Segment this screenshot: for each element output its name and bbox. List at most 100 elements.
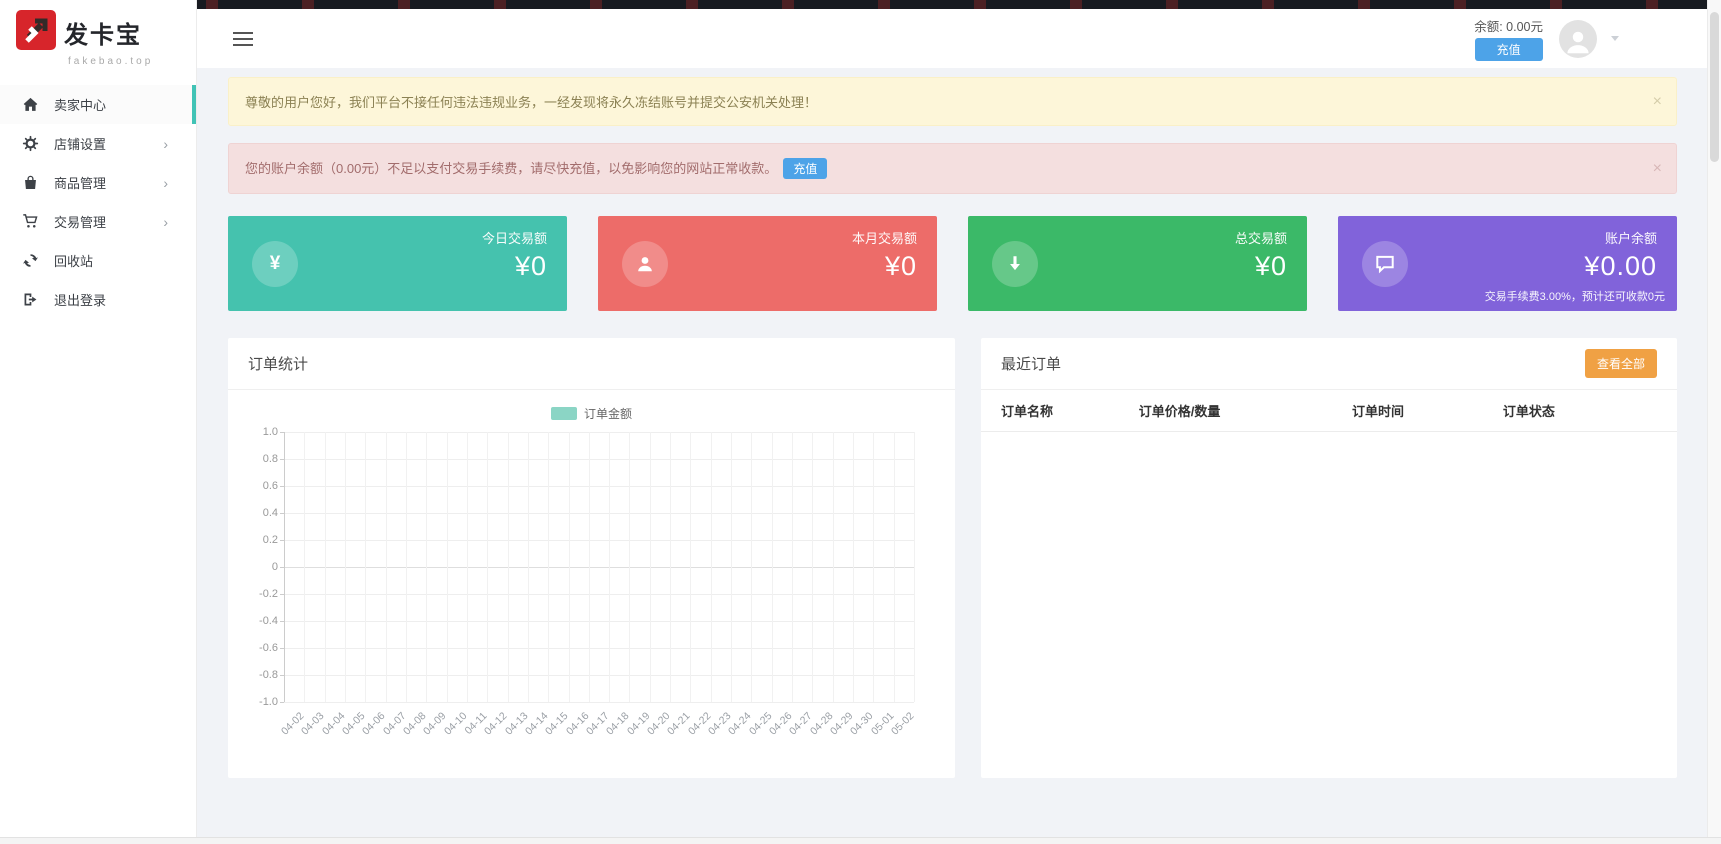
stat-card-label: 本月交易额 <box>851 231 917 246</box>
x-tick-label: 04-19 <box>624 710 653 738</box>
y-tick-label: 0.2 <box>262 534 278 546</box>
y-tick-mark <box>280 540 284 541</box>
x-tick-label: 05-01 <box>868 710 897 738</box>
cart-icon <box>22 213 39 230</box>
gridline-h <box>284 648 914 649</box>
gridline-v <box>670 432 671 702</box>
x-tick-label: 04-24 <box>726 710 754 738</box>
gridline-v <box>345 432 346 702</box>
gridline-v <box>690 432 691 702</box>
menu-toggle-icon[interactable] <box>233 28 253 50</box>
stat-card-label: 今日交易额 <box>481 231 547 246</box>
y-tick-mark <box>280 486 284 487</box>
balance-text: 余额: 0.00元 <box>1474 20 1543 34</box>
x-tick-label: 04-06 <box>360 710 388 738</box>
gridline-v <box>894 432 895 702</box>
y-tick-label: -0.8 <box>259 669 278 681</box>
gridline-v <box>772 432 773 702</box>
view-all-button[interactable]: 查看全部 <box>1584 349 1657 378</box>
chevron-down-icon[interactable] <box>1611 36 1619 41</box>
y-tick-label: 0.6 <box>262 480 278 492</box>
sidebar-item-label: 退出登录 <box>54 293 107 308</box>
gridline-v <box>569 432 570 702</box>
gridline-h <box>284 513 914 514</box>
x-tick-label: 04-09 <box>421 710 449 738</box>
x-tick-label: 04-12 <box>482 710 510 738</box>
sidebar-item-shop-settings[interactable]: 店铺设置 › <box>0 124 196 163</box>
scrollbar-thumb[interactable] <box>1710 12 1719 162</box>
sidebar-item-label: 卖家中心 <box>54 98 107 113</box>
gridline-h <box>284 567 914 568</box>
gridline-v <box>792 432 793 702</box>
gridline-h <box>284 432 914 433</box>
sidebar-item-trade-management[interactable]: 交易管理 › <box>0 202 196 241</box>
y-tick-mark <box>280 513 284 514</box>
sidebar-nav: 卖家中心 店铺设置 › 商品管理 › 交易管理 › 回收站 退出登录 <box>0 85 196 319</box>
brand[interactable]: 发卡宝 fakebao.top <box>0 0 196 75</box>
gridline-v <box>365 432 366 702</box>
gridline-v <box>548 432 549 702</box>
sidebar-item-logout[interactable]: 退出登录 <box>0 280 196 319</box>
chevron-right-icon: › <box>163 135 168 152</box>
topbar-recharge-button[interactable]: 充值 <box>1474 38 1543 61</box>
browser-chrome-strip <box>52 0 1707 9</box>
y-tick-label: -0.4 <box>259 615 278 627</box>
gridline-v <box>447 432 448 702</box>
legend-swatch <box>550 407 577 420</box>
gridline-v <box>508 432 509 702</box>
y-tick-label: 0.4 <box>262 507 278 519</box>
gridline-h <box>284 540 914 541</box>
gridline-v <box>812 432 813 702</box>
yen-icon: ¥ <box>252 240 298 287</box>
x-tick-label: 04-16 <box>563 710 592 738</box>
gear-icon <box>22 135 39 152</box>
x-tick-label: 04-07 <box>380 710 409 738</box>
x-tick-label: 04-27 <box>787 710 815 738</box>
home-icon <box>22 96 39 113</box>
chart-legend[interactable]: 订单金额 <box>248 405 935 422</box>
sidebar-item-seller-center[interactable]: 卖家中心 <box>0 85 196 124</box>
sidebar-item-recycle-bin[interactable]: 回收站 <box>0 241 196 280</box>
alert-recharge-button[interactable]: 充值 <box>783 158 828 179</box>
gridline-v <box>853 432 854 702</box>
stat-card-account-balance: 账户余额 ¥0.00 交易手续费3.00%，预计还可收款0元 <box>1338 216 1677 311</box>
brand-domain: fakebao.top <box>68 56 154 67</box>
stat-card-value: ¥0.00 <box>1584 251 1657 281</box>
stat-cards-row: ¥ 今日交易额 ¥0 本月交易额 ¥0 总交易额 ¥0 账户余额 ¥0.00 交易手续费3.00%… <box>228 216 1677 311</box>
y-tick-mark <box>280 621 284 622</box>
avatar[interactable] <box>1559 19 1597 58</box>
orders-column-header: 订单价格/数量 <box>1138 404 1221 419</box>
y-tick-mark <box>280 594 284 595</box>
gridline-h <box>284 594 914 595</box>
recent-orders-title: 最近订单 <box>1001 356 1062 373</box>
order-stats-chart: 订单金额 1.0 0.8 0.6 0.4 0.2 0 -0.2 -0.4 -0.6 -0.8 -1.… <box>228 405 955 762</box>
sidebar-item-product-management[interactable]: 商品管理 › <box>0 163 196 202</box>
stat-card-value: ¥0 <box>884 251 917 281</box>
arrow-down-icon <box>992 240 1038 287</box>
close-icon[interactable]: × <box>1653 93 1662 110</box>
orders-column-header: 订单名称 <box>1001 404 1054 419</box>
stat-card-note: 交易手续费3.00%，预计还可收款0元 <box>1484 291 1665 303</box>
gridline-v <box>386 432 387 702</box>
x-tick-label: 04-04 <box>319 710 348 738</box>
logout-icon <box>22 291 39 308</box>
y-tick-label: -1.0 <box>259 696 278 708</box>
orders-table-header: 订单名称 订单价格/数量 订单时间 订单状态 <box>981 390 1677 432</box>
sidebar-item-label: 商品管理 <box>54 176 107 191</box>
vertical-scrollbar[interactable] <box>1707 0 1721 844</box>
gridline-h <box>284 459 914 460</box>
x-tick-label: 04-18 <box>604 710 632 738</box>
sidebar: 发卡宝 fakebao.top 卖家中心 店铺设置 › 商品管理 › 交易管理 › 回收站 退出… <box>0 0 197 837</box>
main-content: 尊敬的用户您好，我们平台不接任何违法违规业务，一经发现将永久冻结账号并提交公安机… <box>197 68 1707 837</box>
stat-card-label: 账户余额 <box>1604 231 1657 246</box>
x-tick-label: 04-25 <box>746 710 775 738</box>
alert-danger: 您的账户余额（0.00元）不足以支付交易手续费，请尽快充值，以免影响您的网站正常… <box>228 143 1677 194</box>
gridline-v <box>284 432 285 702</box>
chat-bubble-icon <box>1362 240 1408 287</box>
stat-card-total-volume: 总交易额 ¥0 <box>968 216 1307 311</box>
close-icon[interactable]: × <box>1653 160 1662 177</box>
sidebar-item-label: 交易管理 <box>54 215 107 230</box>
gridline-v <box>325 432 326 702</box>
y-tick-mark <box>280 459 284 460</box>
gridline-h <box>284 675 914 676</box>
